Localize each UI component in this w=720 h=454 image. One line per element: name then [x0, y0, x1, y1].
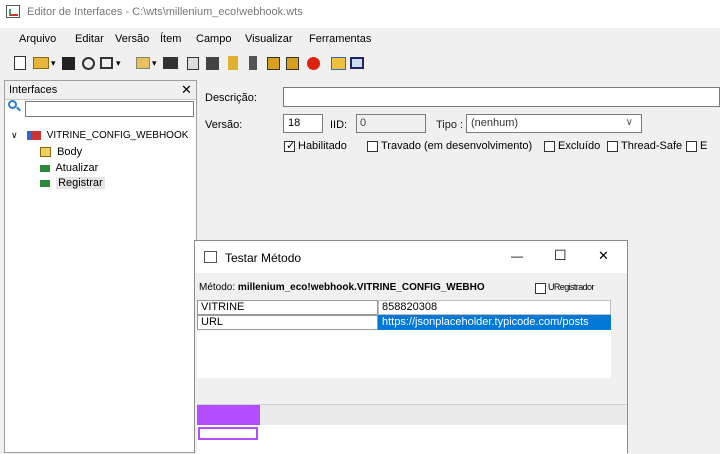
extra-checkbox[interactable]: [686, 141, 697, 152]
tree-item-label: Registrar: [56, 177, 105, 189]
params-grid: VITRINE 858820308 URL https://jsonplaceh…: [197, 300, 611, 378]
find-icon[interactable]: [82, 57, 95, 70]
versao-label: Versão:: [205, 119, 243, 131]
tree-root-label: VITRINE_CONFIG_WEBHOOK: [46, 130, 189, 141]
registrador-checkbox[interactable]: [535, 283, 546, 294]
chevron-down-icon: ∨: [625, 117, 633, 128]
habilitado-checkbox[interactable]: ✓: [284, 140, 296, 152]
iid-input: 0: [356, 114, 426, 133]
travado-checkbox[interactable]: [367, 141, 378, 152]
descricao-label: Descrição:: [205, 92, 257, 104]
open-folder-icon[interactable]: [33, 57, 49, 69]
menu-bar: Arquivo Editar Versão Ítem Campo Visuali…: [0, 28, 720, 50]
chevron-down-icon[interactable]: ▾: [116, 55, 121, 71]
tree-item-label: Body: [57, 146, 83, 158]
maximize-icon[interactable]: ☐: [554, 247, 567, 264]
method-icon: [40, 164, 50, 172]
menu-arquivo[interactable]: Arquivo: [19, 33, 56, 45]
result-area: [197, 425, 627, 454]
tree-item-atualizar[interactable]: Atualizar: [40, 161, 98, 175]
search-input[interactable]: [25, 101, 194, 117]
paste-icon[interactable]: [206, 57, 219, 70]
panel-header: Interfaces ✕: [5, 81, 196, 100]
metodo-label: Método:: [199, 282, 236, 293]
menu-visualizar[interactable]: Visualizar: [245, 33, 293, 45]
habilitado-label: Habilitado: [298, 140, 347, 152]
menu-versao[interactable]: Versão: [115, 33, 149, 45]
search-icon: [8, 100, 17, 109]
method-icon: [40, 179, 50, 187]
table-row[interactable]: URL https://jsonplaceholder.typicode.com…: [197, 315, 611, 330]
grid-empty-area: [197, 330, 611, 378]
toolbar: ▾ ▾ ▾: [0, 50, 720, 77]
chevron-down-icon[interactable]: ▾: [51, 55, 56, 71]
travado-label: Travado (em desenvolvimento): [381, 140, 533, 152]
minimize-icon[interactable]: —: [511, 249, 523, 263]
filter-icon[interactable]: [249, 56, 257, 70]
close-icon[interactable]: ✕: [598, 248, 609, 264]
result-cell-outline[interactable]: [198, 427, 258, 440]
interface-icon: [26, 130, 41, 140]
tipo-value: (nenhum): [471, 117, 519, 129]
result-tab-active[interactable]: [197, 405, 260, 425]
import-icon[interactable]: [267, 57, 280, 70]
refresh-icon[interactable]: [307, 57, 320, 70]
result-header: [197, 404, 627, 425]
window-titlebar: Editor de Interfaces - C:\wts\millenium_…: [0, 0, 720, 28]
registrador-label: URegistrador: [548, 282, 594, 292]
param-value[interactable]: https://jsonplaceholder.typicode.com/pos…: [378, 315, 611, 330]
save-icon[interactable]: [62, 57, 75, 70]
param-name: VITRINE: [197, 300, 378, 315]
dialog-app-icon: [204, 251, 217, 263]
param-value[interactable]: 858820308: [378, 300, 611, 315]
metodo-line: Método: millenium_eco!webhook.VITRINE_CO…: [199, 282, 485, 293]
add-item-icon[interactable]: [136, 57, 150, 69]
close-icon[interactable]: ✕: [181, 82, 192, 98]
versao-input[interactable]: 18: [283, 114, 323, 133]
tree-root[interactable]: ∨ VITRINE_CONFIG_WEBHOOK: [11, 128, 188, 142]
window-title: Editor de Interfaces - C:\wts\millenium_…: [27, 6, 303, 18]
metodo-value: millenium_eco!webhook.VITRINE_CONFIG_WEB…: [237, 282, 485, 293]
app-icon: [6, 5, 20, 18]
check-icon: ✓: [286, 140, 296, 152]
dialog-body: Método: millenium_eco!webhook.VITRINE_CO…: [195, 273, 627, 454]
menu-editar[interactable]: Editar: [75, 33, 104, 45]
tree-item-label: Atualizar: [55, 162, 99, 174]
excluido-label: Excluído: [558, 140, 601, 152]
panel-title: Interfaces: [9, 84, 58, 96]
tree-item-registrar[interactable]: Registrar: [40, 176, 105, 190]
tree-item-body[interactable]: Body: [40, 145, 82, 159]
body-icon: [40, 147, 51, 158]
chevron-down-icon[interactable]: ▾: [152, 55, 157, 71]
compare-icon[interactable]: [331, 57, 346, 70]
dialog-titlebar: Testar Método — ☐ ✕: [195, 241, 627, 273]
menu-ferramentas[interactable]: Ferramentas: [309, 33, 371, 45]
interfaces-panel: Interfaces ✕ ∨ VITRINE_CONFIG_WEBHOOK Bo…: [4, 80, 197, 453]
table-row[interactable]: VITRINE 858820308: [197, 300, 611, 315]
pin-icon[interactable]: [228, 56, 238, 70]
iid-label: IID:: [330, 119, 348, 131]
export-icon[interactable]: [286, 57, 299, 70]
view-icon[interactable]: [100, 57, 113, 69]
descricao-input[interactable]: [283, 87, 720, 107]
chevron-down-icon[interactable]: ∨: [11, 130, 18, 140]
tipo-select[interactable]: (nenhum) ∨: [466, 114, 642, 133]
copy-icon[interactable]: [187, 57, 199, 70]
menu-item[interactable]: Ítem: [160, 33, 181, 45]
dialog-title: Testar Método: [225, 251, 302, 265]
param-name: URL: [197, 315, 378, 330]
tipo-label: Tipo :: [436, 119, 464, 131]
menu-campo[interactable]: Campo: [196, 33, 231, 45]
thread-safe-label: Thread-Safe: [621, 140, 683, 152]
extra-label: E: [700, 140, 708, 152]
edit-item-icon[interactable]: [163, 57, 178, 69]
thread-safe-checkbox[interactable]: [607, 141, 618, 152]
grid-icon[interactable]: [350, 57, 364, 69]
testar-metodo-dialog: Testar Método — ☐ ✕ Método: millenium_ec…: [194, 240, 628, 454]
new-doc-icon[interactable]: [14, 56, 26, 70]
excluido-checkbox[interactable]: [544, 141, 555, 152]
